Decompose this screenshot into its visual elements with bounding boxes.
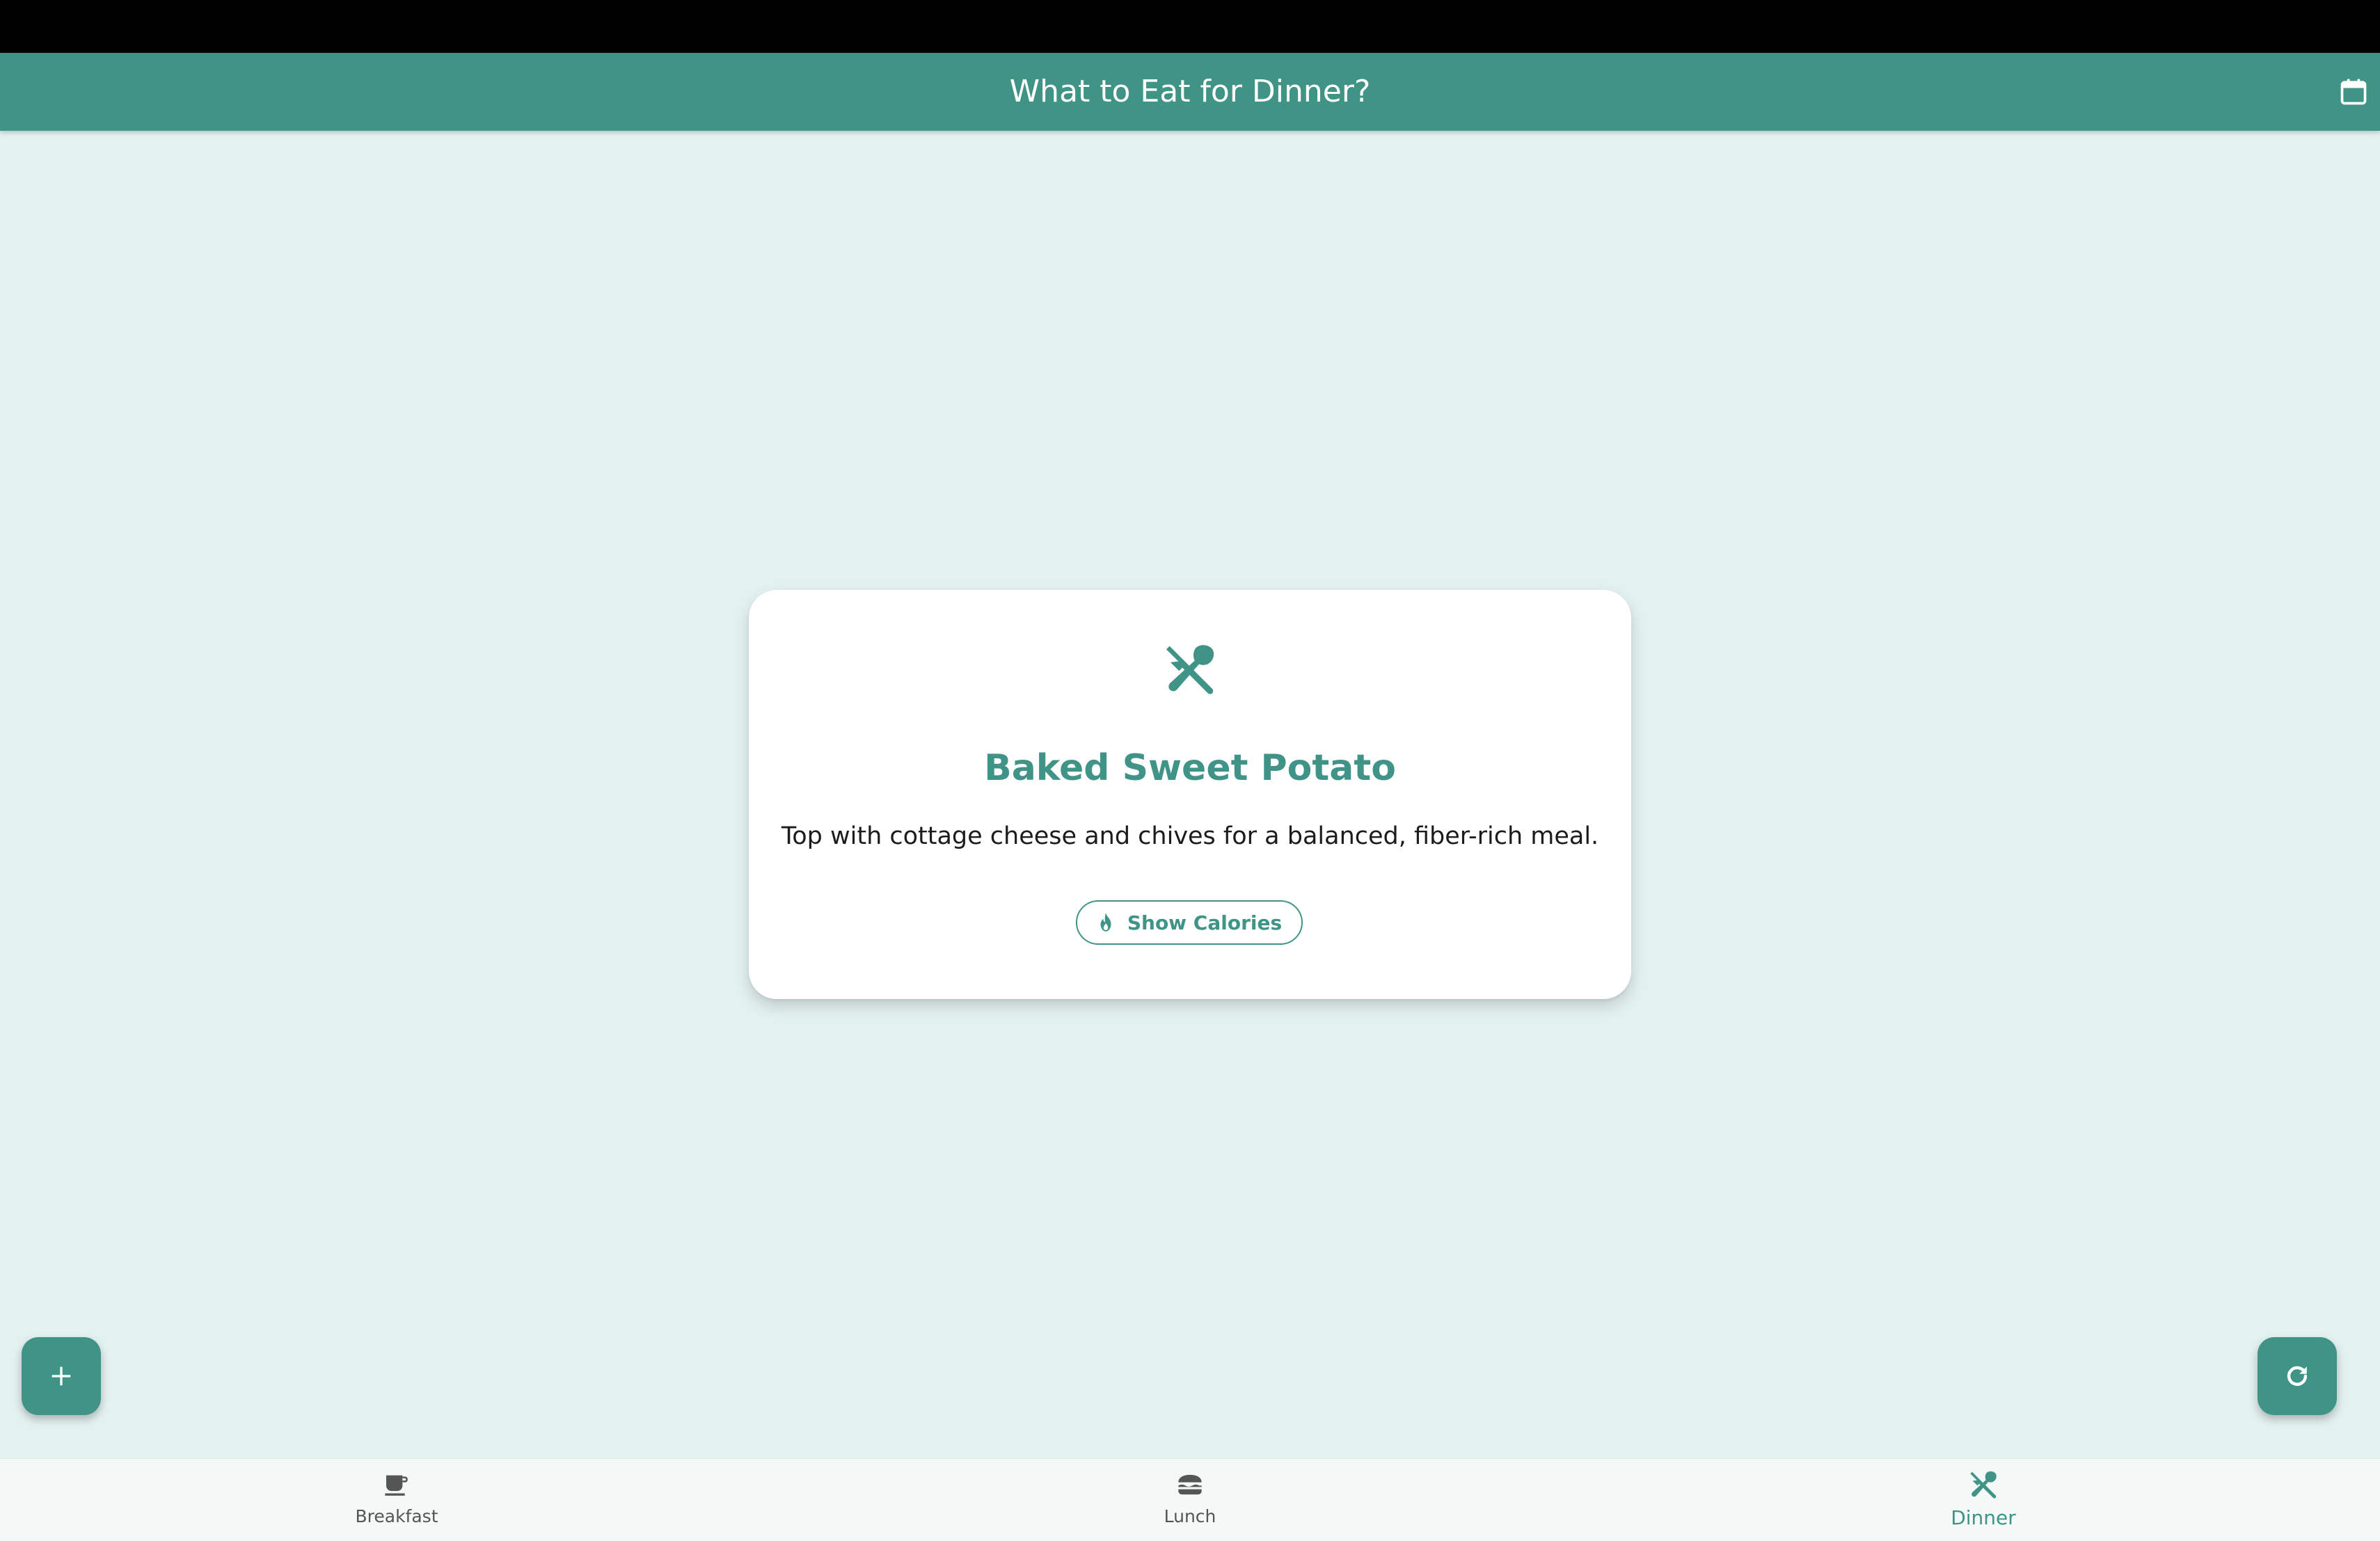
show-calories-button[interactable]: Show Calories [1076, 900, 1303, 945]
refresh-icon [2287, 1366, 2308, 1386]
utensils-icon [1970, 1471, 1997, 1499]
meal-card: Baked Sweet Potato Top with cottage chee… [749, 590, 1631, 999]
bottom-nav: Breakfast Lunch Dinner [0, 1458, 2380, 1541]
nav-label-breakfast: Breakfast [355, 1506, 438, 1526]
nav-label-dinner: Dinner [1951, 1506, 2016, 1529]
nav-label-lunch: Lunch [1164, 1506, 1216, 1526]
show-calories-label: Show Calories [1127, 911, 1283, 934]
utensils-icon [1166, 645, 1214, 694]
nav-item-dinner[interactable]: Dinner [1844, 1469, 2123, 1535]
coffee-icon [385, 1475, 408, 1496]
plus-icon [51, 1366, 71, 1386]
status-bar [0, 0, 2380, 53]
add-meal-button[interactable] [22, 1337, 101, 1415]
refresh-button[interactable] [2258, 1337, 2337, 1415]
meal-title: Baked Sweet Potato [984, 747, 1396, 789]
flame-icon [1100, 913, 1111, 932]
calendar-icon [2340, 79, 2367, 105]
page-title: What to Eat for Dinner? [1009, 74, 1371, 109]
app-bar: What to Eat for Dinner? [0, 53, 2380, 131]
meal-description: Top with cottage cheese and chives for a… [781, 822, 1599, 850]
calendar-button[interactable] [2333, 71, 2374, 113]
nav-item-lunch[interactable]: Lunch [1051, 1469, 1329, 1535]
burger-icon [1178, 1474, 1202, 1495]
nav-item-breakfast[interactable]: Breakfast [257, 1469, 536, 1535]
